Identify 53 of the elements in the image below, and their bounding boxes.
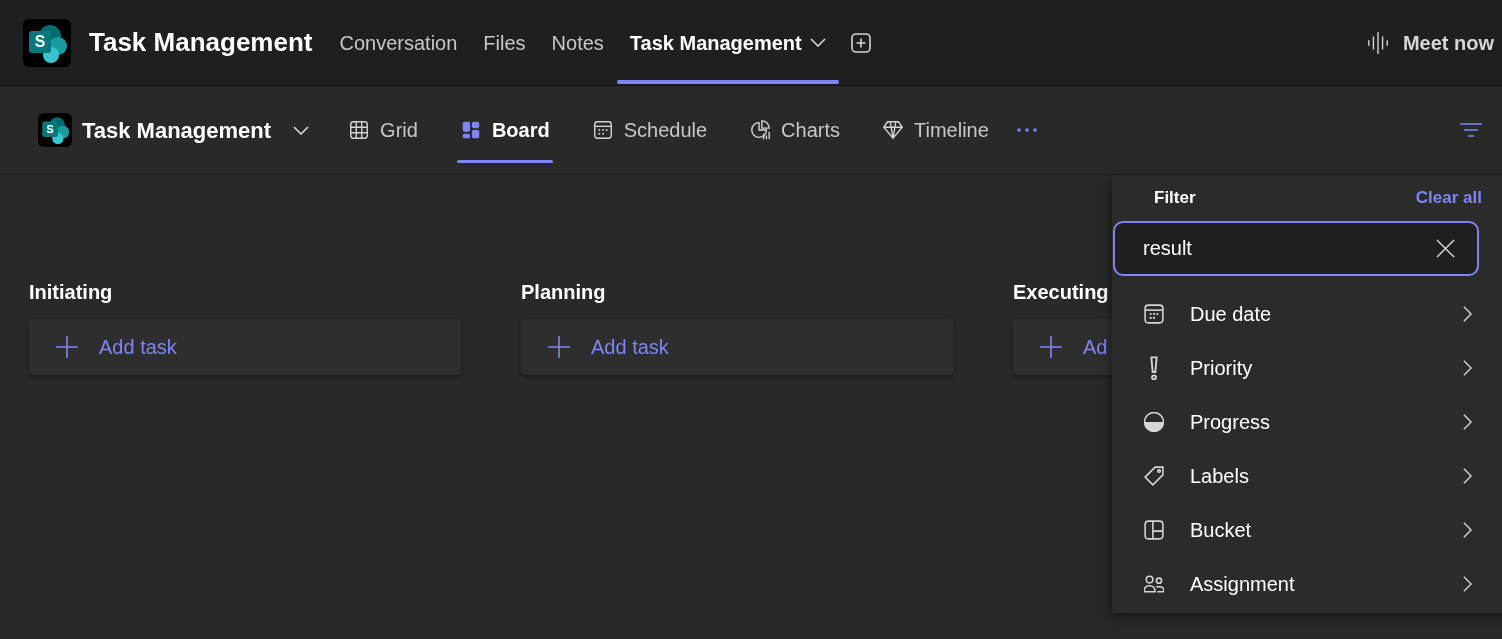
add-task-button[interactable]: Add task xyxy=(29,319,461,375)
plus-icon xyxy=(55,335,79,359)
plus-square-icon xyxy=(848,30,873,55)
exclamation-icon xyxy=(1150,355,1158,380)
filter-icon xyxy=(1460,123,1482,137)
nav-tab[interactable]: Task Management xyxy=(616,0,839,85)
chevron-right-icon xyxy=(1463,304,1472,323)
calendar-icon xyxy=(1144,303,1164,324)
ellipsis-icon xyxy=(1015,127,1038,133)
chevron-down-icon xyxy=(293,125,310,135)
filter-search-field[interactable]: result xyxy=(1113,220,1479,276)
tag-icon xyxy=(1144,465,1164,486)
filter-option[interactable]: Bucket xyxy=(1112,502,1502,557)
filter-title: Filter xyxy=(1154,187,1196,209)
filter-option[interactable]: Progress xyxy=(1112,394,1502,449)
plus-icon xyxy=(1039,335,1063,359)
nav-tab[interactable]: Notes xyxy=(538,0,617,85)
view-tab[interactable]: Schedule xyxy=(588,86,711,174)
view-tab[interactable]: Board xyxy=(456,86,553,174)
bucket-title: Executing xyxy=(1013,280,1110,305)
bucket-icon xyxy=(1144,519,1164,540)
filter-option[interactable]: Priority xyxy=(1112,340,1502,395)
grid-icon xyxy=(348,119,371,141)
filter-option[interactable]: Due date xyxy=(1112,286,1502,341)
chevron-right-icon xyxy=(1463,574,1472,593)
app-title: Task Management xyxy=(89,26,313,59)
view-tab[interactable]: Grid xyxy=(345,86,421,174)
sound-wave-icon xyxy=(1366,29,1389,56)
bucket-title: Planning xyxy=(521,280,607,305)
view-tab[interactable]: Charts xyxy=(746,86,843,174)
chevron-right-icon xyxy=(1463,520,1472,539)
chevron-right-icon xyxy=(1463,358,1472,377)
charts-icon xyxy=(749,119,772,141)
view-tab[interactable]: Timeline xyxy=(879,86,992,174)
meet-now-button[interactable]: Meet now xyxy=(1366,27,1494,58)
people-icon xyxy=(1144,573,1164,594)
clear-all-link[interactable]: Clear all xyxy=(1415,185,1482,211)
nav-tab[interactable]: Conversation xyxy=(326,0,471,85)
schedule-icon xyxy=(591,119,614,141)
plus-icon xyxy=(547,335,571,359)
chevron-right-icon xyxy=(1463,412,1472,431)
add-task-button[interactable]: Add task xyxy=(521,319,953,375)
bucket-title: Initiating xyxy=(29,280,114,305)
filter-option[interactable]: Assignment xyxy=(1112,556,1502,611)
chevron-right-icon xyxy=(1463,466,1472,485)
nav-tab[interactable]: Files xyxy=(470,0,539,85)
app-logo: S xyxy=(23,18,71,67)
chevron-down-icon xyxy=(809,38,826,47)
plan-selector[interactable]: S Task Management xyxy=(38,86,310,174)
filter-option[interactable]: Labels xyxy=(1112,448,1502,503)
close-icon[interactable] xyxy=(1436,238,1455,258)
plan-logo: S xyxy=(38,113,72,147)
timeline-icon xyxy=(882,119,904,141)
